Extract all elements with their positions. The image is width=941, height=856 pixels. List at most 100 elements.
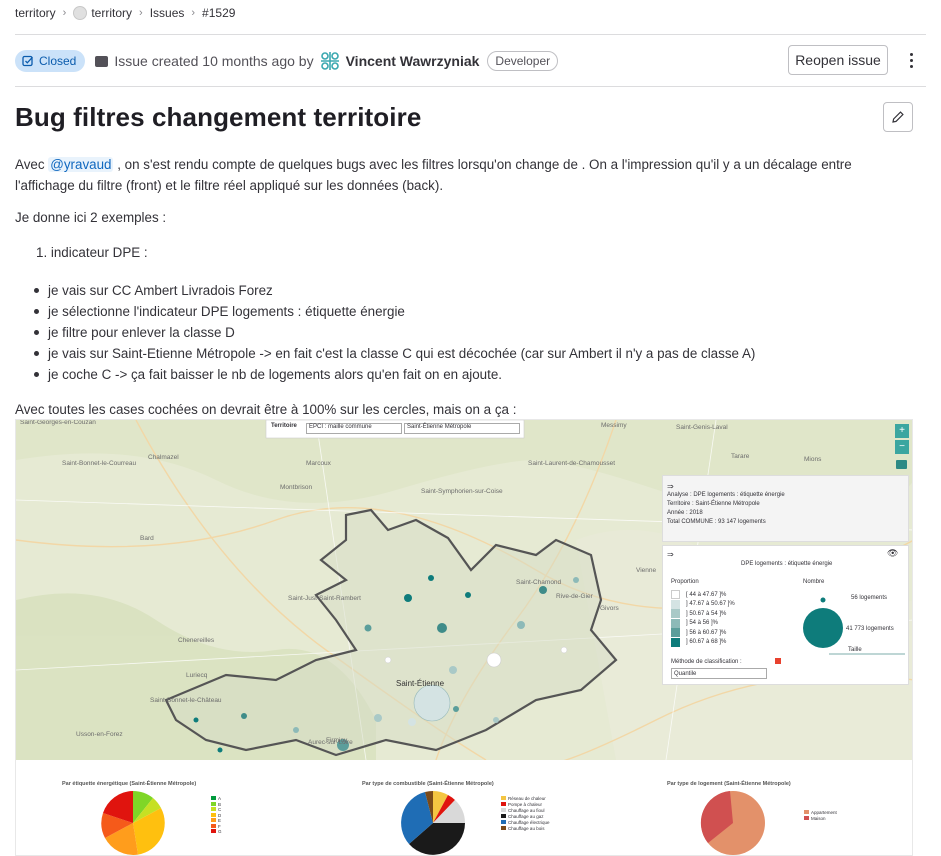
eye-icon[interactable]: 👁 bbox=[887, 548, 898, 559]
svg-text:Montbrison: Montbrison bbox=[280, 484, 313, 491]
author-name[interactable]: Vincent Wawrzyniak bbox=[346, 53, 480, 69]
description-paragraph: Avec @yravaud , on s'est rendu compte de… bbox=[15, 154, 915, 196]
svg-text:Tarare: Tarare bbox=[731, 453, 750, 460]
created-text: Issue created 10 months ago by bbox=[114, 53, 314, 69]
chevron-right-icon: › bbox=[139, 7, 143, 19]
legend-methode: Méthode de classification : bbox=[671, 659, 742, 665]
info-annee: Année : 2018 bbox=[667, 510, 703, 516]
svg-text:Messimy: Messimy bbox=[601, 422, 627, 429]
legend-proportion: Proportion bbox=[671, 579, 699, 585]
legend-item[interactable]: Réseau de chaleur bbox=[508, 796, 546, 801]
list-item: je sélectionne l'indicateur DPE logement… bbox=[33, 301, 755, 322]
breadcrumb-item-issues[interactable]: Issues bbox=[150, 6, 185, 20]
svg-text:Chalmazel: Chalmazel bbox=[148, 454, 179, 461]
territoire-label: Territoire bbox=[271, 423, 297, 429]
legend-item[interactable]: Appartement bbox=[811, 810, 837, 815]
legend-item[interactable]: E bbox=[218, 818, 221, 823]
divider bbox=[15, 34, 926, 35]
legend-range: ] 60.67 à 68 ]% bbox=[686, 639, 727, 646]
zoom-in-button[interactable]: + bbox=[895, 424, 909, 438]
list-item: je vais sur CC Ambert Livradois Forez bbox=[33, 280, 755, 301]
list-item: 1. indicateur DPE : bbox=[36, 245, 148, 260]
legend-count: 56 logements bbox=[851, 595, 888, 601]
legend-item[interactable]: D bbox=[218, 813, 221, 818]
issue-header: Closed Issue created 10 months ago by Vi… bbox=[15, 44, 926, 78]
svg-text:Saint-Chamond: Saint-Chamond bbox=[516, 579, 562, 586]
reopen-issue-button[interactable]: Reopen issue bbox=[788, 45, 888, 75]
pie-chart-housing bbox=[700, 791, 765, 855]
legend-range: ] 50.67 à 54 ]% bbox=[686, 610, 727, 617]
svg-text:Saint-Étienne: Saint-Étienne bbox=[396, 679, 445, 688]
zoom-out-button[interactable]: − bbox=[895, 440, 909, 454]
pie-title: Par étiquette énergétique (Saint-Étienne… bbox=[62, 781, 197, 787]
pie-chart-fuel bbox=[401, 790, 465, 855]
legend-item[interactable]: Chauffage au fioul bbox=[508, 808, 544, 813]
breadcrumb: territory › territory › Issues › #1529 bbox=[15, 4, 235, 22]
info-total: Total COMMUNE : 93 147 logements bbox=[667, 519, 766, 525]
print-icon[interactable] bbox=[896, 460, 907, 469]
legend-item[interactable]: B bbox=[218, 802, 221, 807]
issue-meta: Issue created 10 months ago by Vincent W… bbox=[95, 50, 559, 72]
svg-text:Vienne: Vienne bbox=[636, 567, 657, 574]
svg-text:Givors: Givors bbox=[600, 605, 620, 612]
breadcrumb-item-project[interactable]: territory bbox=[91, 6, 132, 20]
pie-legend-energy: A B C D E F G bbox=[211, 796, 222, 835]
legend-item[interactable]: F bbox=[218, 824, 221, 829]
info-analyse: Analyse : DPE logements : étiquette éner… bbox=[667, 492, 785, 498]
chevron-right-icon: › bbox=[191, 7, 196, 19]
legend-ranges: [ 44 à 47.67 ]% ] 47.67 à 50.67 ]% ] 50.… bbox=[671, 590, 735, 647]
pie-legend-fuel: Réseau de chaleur Pompe à chaleur Chauff… bbox=[501, 796, 549, 832]
legend-item[interactable]: Chauffage au bois bbox=[508, 826, 544, 831]
status-badge: Closed bbox=[15, 50, 86, 72]
page-title: Bug filtres changement territoire bbox=[15, 102, 422, 132]
bullet-list: je vais sur CC Ambert Livradois Forez je… bbox=[33, 280, 755, 385]
embedded-screenshot[interactable]: Saint-Georges-en-Couzan Saint-Bonnet-le-… bbox=[15, 419, 913, 856]
territoire-input[interactable]: Saint-Étienne Métropole bbox=[404, 423, 520, 434]
help-icon[interactable] bbox=[775, 658, 781, 664]
description-paragraph: Je donne ici 2 exemples : bbox=[15, 210, 167, 225]
user-mention[interactable]: @yravaud bbox=[48, 157, 114, 172]
breadcrumb-item-group[interactable]: territory bbox=[15, 6, 56, 20]
legend-nombre: Nombre bbox=[803, 579, 825, 585]
territoire-select[interactable]: EPCI : maille commune bbox=[306, 423, 402, 434]
more-actions-icon[interactable] bbox=[898, 46, 924, 74]
legend-taille: Taille bbox=[848, 647, 862, 653]
arrow-right-icon[interactable]: ⇒ bbox=[667, 482, 904, 491]
info-territoire: Territoire : Saint-Étienne Métropole bbox=[667, 501, 760, 507]
svg-text:Marcoux: Marcoux bbox=[306, 460, 332, 467]
svg-text:Saint-Bonnet-le-Château: Saint-Bonnet-le-Château bbox=[150, 697, 222, 704]
legend-item[interactable]: C bbox=[218, 807, 221, 812]
list-item: je vais sur Saint-Etienne Métropole -> e… bbox=[33, 343, 755, 364]
legend-title: DPE logements : étiquette énergie bbox=[741, 561, 833, 567]
legend-item[interactable]: Maison bbox=[811, 816, 826, 821]
pie-legend-housing: Appartement Maison bbox=[804, 810, 837, 822]
issue-type-icon bbox=[95, 55, 109, 67]
legend-range: ] 56 à 60.67 ]% bbox=[686, 629, 727, 636]
legend-item[interactable]: Pompe à chaleur bbox=[508, 802, 542, 807]
arrow-right-icon[interactable]: ⇒ bbox=[667, 550, 674, 559]
svg-text:Mions: Mions bbox=[804, 456, 822, 463]
svg-text:Saint-Genis-Laval: Saint-Genis-Laval bbox=[676, 424, 728, 431]
svg-text:Saint-Symphorien-sur-Coise: Saint-Symphorien-sur-Coise bbox=[421, 488, 503, 495]
pie-title: Par type de combustible (Saint-Étienne M… bbox=[362, 781, 494, 787]
svg-text:Saint-Laurent-de-Chamousset: Saint-Laurent-de-Chamousset bbox=[528, 460, 615, 467]
project-avatar-icon bbox=[73, 6, 88, 20]
pencil-icon bbox=[892, 111, 904, 123]
svg-text:Saint-Georges-en-Couzan: Saint-Georges-en-Couzan bbox=[20, 420, 96, 426]
legend-item[interactable]: Chauffage au gaz bbox=[508, 814, 543, 819]
description-paragraph: Avec toutes les cases cochées on devrait… bbox=[15, 402, 517, 417]
pie-title: Par type de logement (Saint-Étienne Métr… bbox=[667, 781, 791, 787]
legend-item[interactable]: A bbox=[218, 796, 221, 801]
legend-item[interactable]: Chauffage électrique bbox=[508, 820, 549, 825]
pie-charts-strip: Par étiquette énergétique (Saint-Étienne… bbox=[16, 760, 912, 855]
svg-text:Chenereilles: Chenereilles bbox=[178, 637, 215, 644]
method-select[interactable]: Quantile bbox=[671, 668, 767, 679]
legend-item[interactable]: G bbox=[218, 829, 222, 834]
issue-closed-icon bbox=[22, 55, 33, 67]
svg-text:Saint-Just-Saint-Rambert: Saint-Just-Saint-Rambert bbox=[288, 595, 361, 602]
breadcrumb-item-issue[interactable]: #1529 bbox=[202, 6, 235, 20]
edit-title-button[interactable] bbox=[883, 102, 913, 132]
avatar[interactable] bbox=[319, 50, 341, 72]
divider bbox=[15, 86, 926, 87]
role-badge: Developer bbox=[487, 51, 559, 71]
